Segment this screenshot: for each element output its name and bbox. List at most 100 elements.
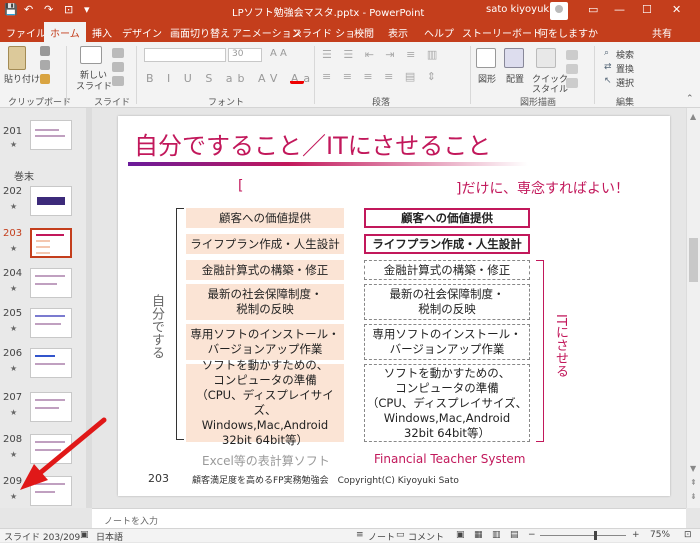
tell-me-search[interactable]: 何をしますか <box>538 25 598 40</box>
right-item[interactable]: 専用ソフトのインストール・ バージョンアップ作業 <box>364 324 530 360</box>
shape-effects-icon[interactable] <box>566 78 578 88</box>
slide-thumbnail[interactable] <box>30 392 72 422</box>
align-buttons[interactable]: ≡ ≡ ≡ ≡ ▤ ⇕ <box>322 70 440 83</box>
ribbon-display-icon[interactable]: ▭ <box>588 3 598 16</box>
tab-view[interactable]: 表示 <box>388 25 408 40</box>
format-painter-icon[interactable] <box>40 74 50 84</box>
left-item[interactable]: 専用ソフトのインストール・ バージョンアップ作業 <box>186 324 344 360</box>
shape-outline-icon[interactable] <box>566 64 578 74</box>
reading-view-icon[interactable]: ▥ <box>492 530 501 540</box>
find-button[interactable]: 検索 <box>616 48 634 61</box>
list-buttons[interactable]: ☰ ☰ ⇤ ⇥ ≡ ▥ <box>322 48 441 61</box>
save-icon[interactable]: 💾 <box>4 3 18 16</box>
tab-insert[interactable]: 挿入 <box>92 25 112 40</box>
slide-thumbnail[interactable] <box>30 186 72 216</box>
right-item[interactable]: ソフトを動かすための、 コンピュータの準備 （CPU、ディスプレイサイズ、 Wi… <box>364 364 530 442</box>
shape-label: 図形 <box>478 75 497 85</box>
left-item[interactable]: ソフトを動かすための、 コンピュータの準備 （CPU、ディスプレイサイズ、 Wi… <box>186 358 344 447</box>
reset-icon[interactable] <box>112 62 124 72</box>
it-label: ITにさせる <box>553 314 568 378</box>
comments-toggle[interactable]: コメント <box>408 530 444 543</box>
zoom-slider[interactable] <box>540 535 626 536</box>
undo-icon[interactable]: ↶ <box>24 3 33 16</box>
normal-view-icon[interactable]: ▣ <box>456 530 465 540</box>
shape-fill-icon[interactable] <box>566 50 578 60</box>
slideshow-view-icon[interactable]: ▤ <box>510 530 519 540</box>
left-item[interactable]: 最新の社会保障制度・ 税制の反映 <box>186 284 344 320</box>
new-slide-icon[interactable] <box>80 46 102 64</box>
transition-star-icon: ★ <box>10 244 18 253</box>
layout-icon[interactable] <box>112 48 124 58</box>
slide-scrollbar[interactable]: ▲ ▼ ⇞ ⇟ <box>686 108 700 508</box>
redo-icon[interactable]: ↷ <box>44 3 53 16</box>
left-item[interactable]: 顧客への価値提供 <box>186 208 344 228</box>
customize-qat-icon[interactable]: ▾ <box>84 3 90 16</box>
transition-star-icon: ★ <box>10 492 18 501</box>
slide-thumbnail[interactable] <box>30 476 72 506</box>
slide-thumbnail[interactable] <box>30 348 72 378</box>
close-icon[interactable]: ✕ <box>672 3 681 16</box>
left-item[interactable]: 金融計算式の構築・修正 <box>186 260 344 280</box>
spellcheck-icon[interactable]: ▣ <box>80 530 89 540</box>
self-label: 自分でする <box>149 294 164 359</box>
right-item[interactable]: 金融計算式の構築・修正 <box>364 260 530 280</box>
notes-pane[interactable]: ノートを入力 <box>92 508 686 528</box>
select-icon: ↖ <box>604 76 612 86</box>
right-item[interactable]: ライフプラン作成・人生設計 <box>364 234 530 254</box>
editing-group-label: 編集 <box>616 98 635 108</box>
comments-icon: ▭ <box>396 530 405 540</box>
shapes-icon[interactable] <box>476 48 496 68</box>
user-name[interactable]: sato kiyoyuki <box>486 4 552 15</box>
minimize-icon[interactable]: — <box>614 3 625 16</box>
select-button[interactable]: 選択 <box>616 76 634 89</box>
zoom-in-icon[interactable]: + <box>632 530 640 540</box>
slide-thumbnail-selected[interactable] <box>30 228 72 258</box>
tab-design[interactable]: デザイン <box>122 25 162 40</box>
notes-placeholder[interactable]: ノートを入力 <box>104 514 158 527</box>
notes-toggle[interactable]: ノート <box>368 530 395 543</box>
section-icon[interactable] <box>112 76 124 86</box>
arrange-icon[interactable] <box>504 48 524 68</box>
slide-sorter-icon[interactable]: ▦ <box>474 530 483 540</box>
tab-file[interactable]: ファイル <box>6 25 46 40</box>
tab-transitions[interactable]: 画面切り替え <box>170 25 230 40</box>
avatar[interactable] <box>550 2 568 20</box>
slide-thumbnail[interactable] <box>30 120 72 150</box>
font-color-icon[interactable] <box>290 70 304 84</box>
find-icon: ⌕ <box>604 48 610 58</box>
right-item[interactable]: 最新の社会保障制度・ 税制の反映 <box>364 284 530 320</box>
left-item[interactable]: ライフプラン作成・人生設計 <box>186 234 344 254</box>
slide-thumbnail[interactable] <box>30 308 72 338</box>
tab-review[interactable]: 校閲 <box>354 25 374 40</box>
copy-icon[interactable] <box>40 60 50 70</box>
zoom-level[interactable]: 75% <box>650 530 670 540</box>
cut-icon[interactable] <box>40 46 50 56</box>
present-icon[interactable]: ⊡ <box>64 3 73 16</box>
tab-storyboard[interactable]: ストーリーボード <box>462 25 542 40</box>
maximize-icon[interactable]: ☐ <box>642 3 652 16</box>
zoom-slider-thumb[interactable] <box>594 531 597 540</box>
right-item[interactable]: 顧客への価値提供 <box>364 208 530 228</box>
slide-title[interactable]: 自分ですること／ITにさせること <box>134 126 491 161</box>
slide-thumbnail[interactable] <box>30 268 72 298</box>
slide-canvas[interactable]: 自分ですること／ITにさせること [ ]だけに、専念すればよい！ 自分でする 顧… <box>118 116 670 496</box>
share-button[interactable]: 共有 <box>652 25 672 40</box>
slide-thumbnail[interactable] <box>30 434 72 464</box>
language-indicator[interactable]: 日本語 <box>96 530 123 543</box>
zoom-out-icon[interactable]: − <box>528 530 536 540</box>
font-size-box[interactable]: 30 <box>228 48 262 62</box>
replace-button[interactable]: 置換 <box>616 62 634 75</box>
paste-icon[interactable] <box>8 46 26 70</box>
right-brace <box>536 260 544 442</box>
section-name[interactable]: 巻末 <box>14 168 34 183</box>
quick-style-icon[interactable] <box>536 48 556 68</box>
fit-to-window-icon[interactable]: ⊡ <box>684 530 692 540</box>
font-grow-icon[interactable]: A A <box>270 48 287 59</box>
bracket-open: [ <box>238 178 244 194</box>
tab-help[interactable]: ヘルプ <box>424 25 454 40</box>
collapse-ribbon-icon[interactable]: ⌃ <box>686 94 694 104</box>
paragraph-group-label: 段落 <box>372 98 391 108</box>
tab-home[interactable]: ホーム <box>44 22 86 42</box>
font-name-box[interactable] <box>144 48 226 62</box>
new-slide-label-2: スライド <box>76 82 113 92</box>
